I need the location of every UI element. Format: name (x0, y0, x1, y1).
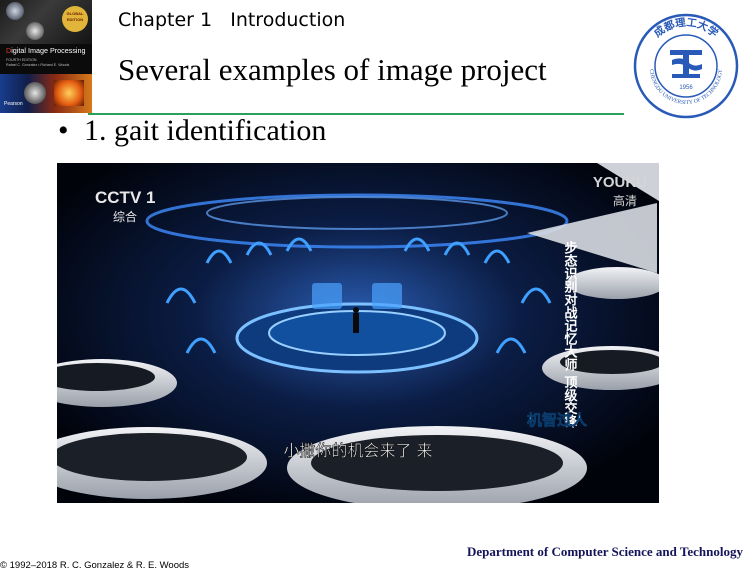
cover-fingerprint (24, 82, 46, 104)
bullet-item: • 1. gait identification (58, 114, 326, 148)
university-logo: 成都理工大学 CHENGDU UNIVERSITY OF TECHNOLOGY … (632, 12, 740, 120)
cover-nebula (54, 80, 84, 106)
cover-publisher: Pearson (4, 101, 23, 107)
quality-label: 高清 (613, 193, 637, 208)
channel-name: 综合 (113, 209, 137, 224)
bullet-marker: • (58, 114, 69, 147)
vertical-caption: 步态识别对战记忆大师 顶级交锋 (562, 240, 579, 429)
slide-title: Several examples of image project (118, 52, 547, 87)
show-logo: 机智过人 (527, 411, 588, 429)
cover-title: Digital Image Processing (6, 46, 86, 55)
video-frame-image: CCTV 1 综合 YOUKU 高清 步态识别对战记忆大师 顶级交锋 机智过人 … (57, 163, 659, 503)
cover-badge: GLOBAL EDITION (62, 6, 88, 32)
stage-screen-left (312, 283, 342, 309)
department-footer: Department of Computer Science and Techn… (466, 544, 743, 559)
subtitle-caption: 小撒你的机会来了 来 (283, 441, 432, 460)
cover-subtext: FOURTH EDITION Rafael C. Gonzalez • Rich… (6, 58, 70, 67)
logo-year: 1956 (679, 85, 693, 91)
stage-screen-right (372, 283, 402, 309)
cover-brain-scan (6, 2, 24, 20)
chapter-heading: Chapter 1 Introduction (118, 9, 346, 31)
channel-logo: CCTV 1 (95, 188, 155, 207)
book-cover-thumbnail: GLOBAL EDITION Digital Image Processing … (0, 0, 92, 113)
bullet-text: 1. gait identification (84, 114, 327, 147)
platform-watermark: YOUKU (593, 174, 647, 191)
copyright-notice: © 1992–2018 R. C. Gonzalez & R. E. Woods (0, 560, 190, 571)
cover-xray (26, 22, 44, 40)
performer-figure (353, 313, 359, 333)
